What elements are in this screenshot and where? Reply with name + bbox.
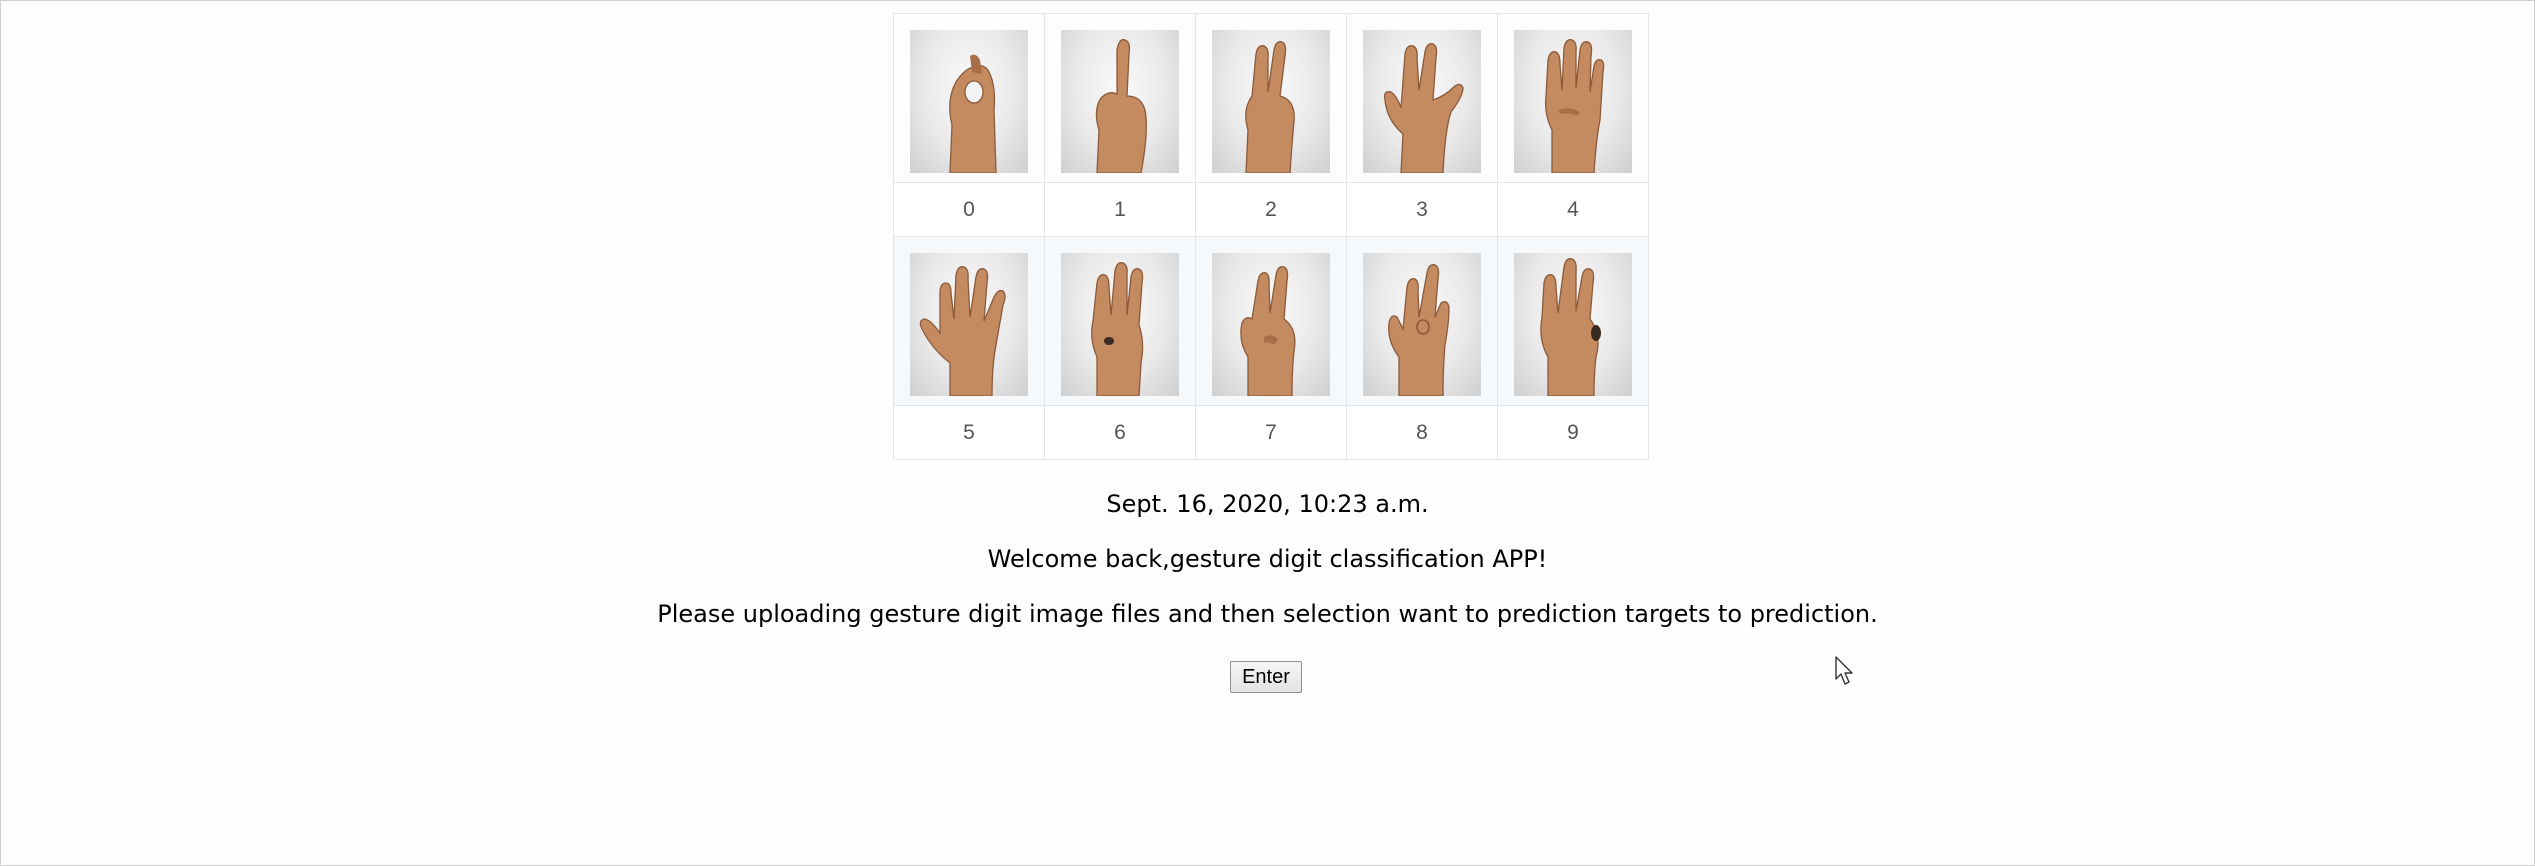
gesture-cell-4	[1497, 13, 1649, 183]
gesture-label-1: 1	[1044, 182, 1196, 237]
gesture-cell-1	[1044, 13, 1196, 183]
gesture-cell-9	[1497, 236, 1649, 406]
hand-gesture-six-icon	[1061, 252, 1179, 396]
gesture-label-row-1: 0 1 2 3 4	[893, 182, 1649, 237]
gesture-label-2: 2	[1195, 182, 1347, 237]
gesture-label-3: 3	[1346, 182, 1498, 237]
gesture-cell-8	[1346, 236, 1498, 406]
gesture-digit-table: 0 1 2 3 4 5 6 7 8 9	[893, 13, 1649, 460]
welcome-message: Welcome back,gesture digit classificatio…	[987, 545, 1548, 573]
gesture-image-row-1	[893, 13, 1649, 183]
gesture-label-row-2: 5 6 7 8 9	[893, 405, 1649, 460]
hand-gesture-seven-icon	[1212, 252, 1330, 396]
gesture-cell-2	[1195, 13, 1347, 183]
gesture-label-5: 5	[893, 405, 1045, 460]
gesture-label-8: 8	[1346, 405, 1498, 460]
instruction-message: Please uploading gesture digit image fil…	[657, 600, 1878, 628]
gesture-cell-3	[1346, 13, 1498, 183]
gesture-cell-5	[893, 236, 1045, 406]
hand-gesture-three-icon	[1363, 29, 1481, 173]
mouse-pointer-icon	[1835, 656, 1857, 690]
enter-button[interactable]: Enter	[1230, 661, 1302, 693]
gesture-cell-0	[893, 13, 1045, 183]
gesture-cell-6	[1044, 236, 1196, 406]
hand-gesture-two-icon	[1212, 29, 1330, 173]
gesture-label-4: 4	[1497, 182, 1649, 237]
gesture-image-row-2	[893, 236, 1649, 406]
current-datetime: Sept. 16, 2020, 10:23 a.m.	[1106, 490, 1429, 518]
hand-gesture-five-icon	[910, 252, 1028, 396]
hand-gesture-zero-icon	[910, 29, 1028, 173]
gesture-cell-7	[1195, 236, 1347, 406]
hand-gesture-nine-icon	[1514, 252, 1632, 396]
gesture-label-7: 7	[1195, 405, 1347, 460]
gesture-label-0: 0	[893, 182, 1045, 237]
gesture-label-9: 9	[1497, 405, 1649, 460]
hand-gesture-eight-icon	[1363, 252, 1481, 396]
hand-gesture-four-icon	[1514, 29, 1632, 173]
gesture-label-6: 6	[1044, 405, 1196, 460]
hand-gesture-one-icon	[1061, 29, 1179, 173]
